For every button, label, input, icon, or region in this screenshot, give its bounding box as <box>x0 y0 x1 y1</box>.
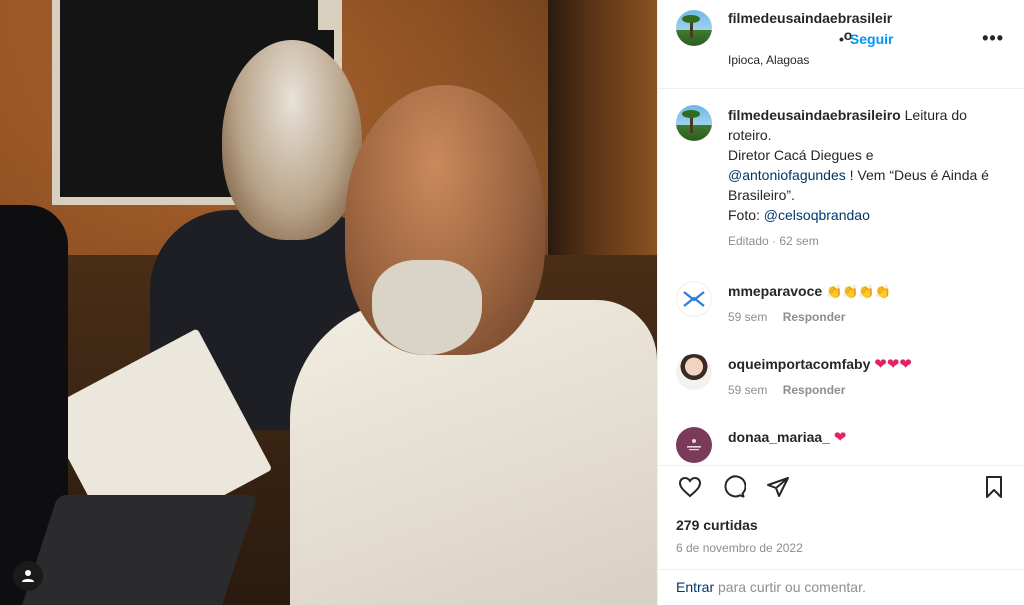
user-icon[interactable] <box>13 561 43 591</box>
login-prompt: Entrar para curtir ou comentar. <box>658 569 1024 605</box>
comment-item: donaa_mariaa_ ❤ <box>676 427 1008 463</box>
photo-laptop <box>22 495 258 605</box>
post-header-meta: filmedeusaindaebrasileir o Ipioca, Alago… <box>728 10 908 88</box>
post-actions-bar <box>658 465 1024 507</box>
mm-logo-icon <box>683 291 705 307</box>
reply-button[interactable]: Responder <box>783 383 846 397</box>
comment-text: ❤ <box>833 429 847 446</box>
comment-username[interactable]: donaa_mariaa_ <box>728 429 830 445</box>
paper-plane-icon[interactable] <box>764 473 792 501</box>
comment-body: donaa_mariaa_ ❤ <box>728 427 846 463</box>
photo-window-frame <box>318 0 342 30</box>
comment-avatar[interactable] <box>676 281 712 317</box>
instagram-post-view: filmedeusaindaebrasileir o Ipioca, Alago… <box>0 0 1024 605</box>
follow-separator-dot: • <box>839 31 844 47</box>
comment-text: ❤❤❤ <box>874 356 912 373</box>
more-options-icon[interactable]: ••• <box>982 28 1004 49</box>
comment-body: mmeparavoce 👏👏👏👏 59 sem Responder <box>728 281 891 324</box>
comment-meta: 59 sem Responder <box>728 383 912 397</box>
caption-line4: Foto: <box>728 207 764 223</box>
mention-antoniofagundes[interactable]: @antoniofagundes <box>728 167 846 183</box>
post-date[interactable]: 6 de novembro de 2022 <box>658 533 1024 569</box>
reply-button[interactable]: Responder <box>783 310 846 324</box>
comment-line: donaa_mariaa_ ❤ <box>728 427 846 448</box>
comment-line: mmeparavoce 👏👏👏👏 <box>728 281 891 302</box>
comment-body: oqueimportacomfaby ❤❤❤ 59 sem Responder <box>728 354 912 397</box>
likes-count[interactable]: 279 curtidas <box>658 507 1024 533</box>
comment-time: 59 sem <box>728 310 768 324</box>
caption-avatar[interactable] <box>676 105 712 141</box>
post-header: filmedeusaindaebrasileir o Ipioca, Alago… <box>658 0 1024 89</box>
caption-time: 62 sem <box>779 234 819 248</box>
comment-username[interactable]: oqueimportacomfaby <box>728 356 870 372</box>
comment-item: mmeparavoce 👏👏👏👏 59 sem Responder <box>676 281 1008 324</box>
caption-username[interactable]: filmedeusaindaebrasileiro <box>728 107 901 123</box>
post-caption: filmedeusaindaebrasileiro Leitura do rot… <box>676 105 1008 251</box>
post-username-text[interactable]: filmedeusaindaebrasileir <box>728 10 892 26</box>
bookmark-icon[interactable] <box>980 473 1008 501</box>
post-location[interactable]: Ipioca, Alagoas <box>728 53 908 67</box>
caption-text: filmedeusaindaebrasileiro Leitura do rot… <box>728 105 1008 251</box>
follow-label[interactable]: Seguir <box>850 31 894 47</box>
photo-person-right-beard <box>372 260 482 355</box>
follow-button[interactable]: • Seguir <box>839 31 893 47</box>
comment-meta: 59 sem Responder <box>728 310 891 324</box>
palm-tree-icon <box>682 110 700 133</box>
caption-meta: Editado · 62 sem <box>728 234 819 248</box>
post-photo[interactable] <box>0 0 657 605</box>
comment-avatar[interactable] <box>676 427 712 463</box>
caption-edited: Editado <box>728 234 769 248</box>
palm-tree-icon <box>682 15 700 38</box>
profile-avatar[interactable] <box>676 10 712 46</box>
photo-person-left-head <box>222 40 362 240</box>
comment-username[interactable]: mmeparavoce <box>728 283 822 299</box>
comment-text: 👏👏👏👏 <box>826 284 891 299</box>
comment-avatar[interactable] <box>676 354 712 390</box>
heart-outline-icon[interactable] <box>676 473 704 501</box>
comment-line: oqueimportacomfaby ❤❤❤ <box>728 354 912 375</box>
login-prompt-text: para curtir ou comentar. <box>714 579 866 595</box>
mention-celsoqbrandao[interactable]: @celsoqbrandao <box>764 207 870 223</box>
comment-time: 59 sem <box>728 383 768 397</box>
login-link[interactable]: Entrar <box>676 579 714 595</box>
comments-section[interactable]: filmedeusaindaebrasileiro Leitura do rot… <box>658 89 1024 465</box>
post-side-panel: filmedeusaindaebrasileir o Ipioca, Alago… <box>657 0 1024 605</box>
dona-maria-logo-icon <box>687 439 701 451</box>
caption-line2: Diretor Cacá Diegues e <box>728 147 874 163</box>
comment-item: oqueimportacomfaby ❤❤❤ 59 sem Responder <box>676 354 1008 397</box>
comment-bubble-icon[interactable] <box>720 473 748 501</box>
